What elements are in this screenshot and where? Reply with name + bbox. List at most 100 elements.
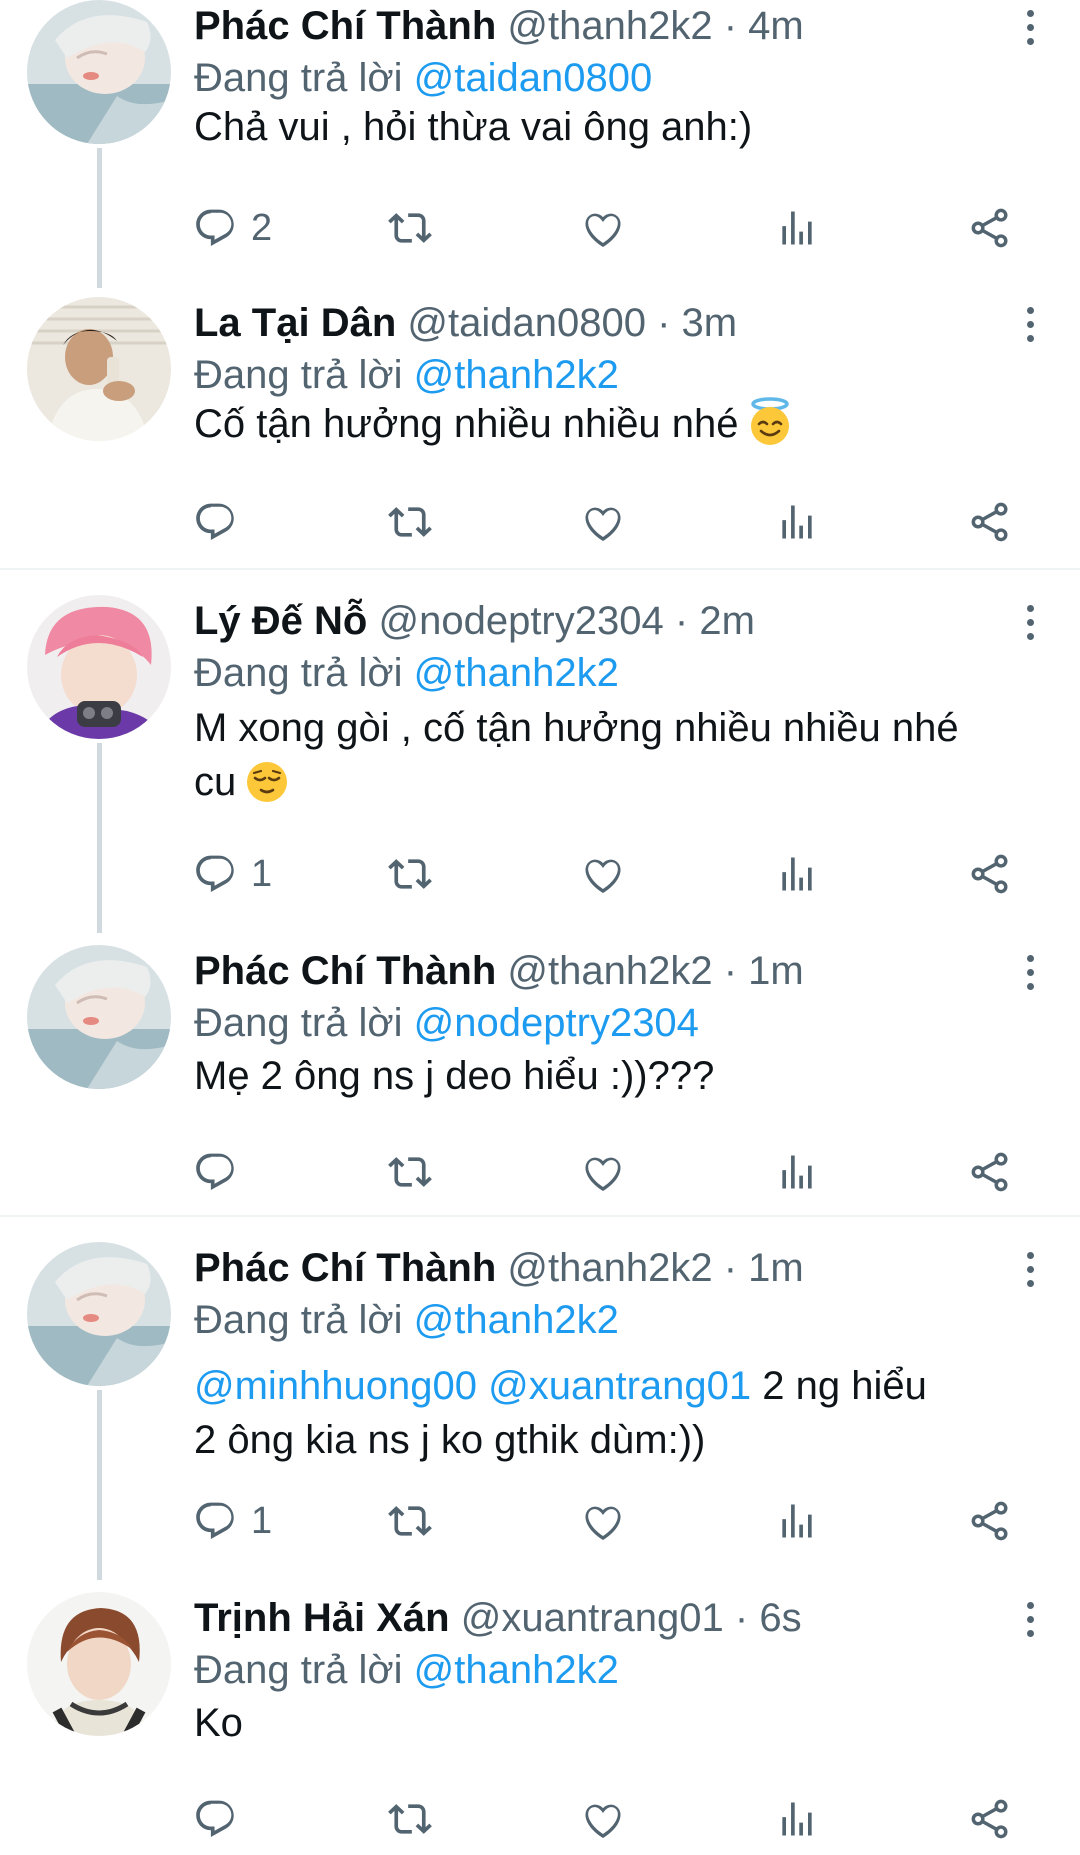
retweet-button[interactable] [388,1144,432,1200]
author-handle[interactable]: @thanh2k2 [507,4,712,48]
retweet-button[interactable] [388,494,432,550]
avatar[interactable] [27,945,171,1089]
more-options-icon[interactable] [1020,303,1040,347]
timestamp[interactable]: 4m [748,4,804,48]
replying-to-mention[interactable]: @thanh2k2 [414,353,619,397]
avatar[interactable] [27,0,171,144]
author-name[interactable]: Phác Chí Thành [194,4,496,48]
reply-count: 1 [251,1499,273,1542]
replying-to-line: Đang trả lời @taidan0800 [194,52,652,104]
retweet-button[interactable] [388,846,432,902]
more-options-icon[interactable] [1020,601,1040,645]
share-icon [968,852,1012,896]
views-button[interactable] [775,846,819,902]
author-handle[interactable]: @xuantrang01 [461,1596,724,1640]
share-button[interactable] [968,1144,1012,1200]
replying-to-mention[interactable]: @taidan0800 [414,56,653,100]
share-button[interactable] [968,1493,1012,1549]
like-button[interactable] [581,1144,625,1200]
replying-to-line: Đang trả lời @thanh2k2 [194,349,619,401]
relieved-face-icon [242,755,292,805]
views-button[interactable] [775,200,819,256]
tweet-text-block: M xong gòi , cố tận hưởng nhiều nhiều nh… [194,701,1054,809]
replying-to-mention[interactable]: @thanh2k2 [414,651,619,695]
bar-chart-icon [775,1499,819,1543]
avatar[interactable] [27,1242,171,1386]
share-button[interactable] [968,494,1012,550]
views-button[interactable] [775,1144,819,1200]
share-button[interactable] [968,1791,1012,1847]
timestamp[interactable]: 1m [748,949,804,993]
timestamp[interactable]: 1m [748,1246,804,1290]
author-handle[interactable]: @taidan0800 [407,301,646,345]
tweet[interactable]: La Tại Dân @taidan0800 · 3m Đang trả lời… [0,297,1080,567]
tweet[interactable]: Lý Đế Nỗ @nodeptry2304 · 2m Đang trả lời… [0,595,1080,933]
tweet[interactable]: Trịnh Hải Xán @xuantrang01 · 6s Đang trả… [0,1592,1080,1855]
retweet-icon [388,206,432,250]
author-handle[interactable]: @thanh2k2 [507,1246,712,1290]
replying-to-mention[interactable]: @thanh2k2 [414,1298,619,1342]
author-name[interactable]: Trịnh Hải Xán [194,1596,450,1640]
avatar[interactable] [27,1592,171,1736]
timestamp[interactable]: 6s [759,1596,801,1640]
more-options-icon[interactable] [1020,6,1040,50]
avatar[interactable] [27,595,171,739]
like-button[interactable] [581,200,625,256]
author-name[interactable]: La Tại Dân [194,301,396,345]
timestamp[interactable]: 2m [699,599,755,643]
like-button[interactable] [581,1493,625,1549]
avatar[interactable] [27,297,171,441]
more-options-icon[interactable] [1020,1248,1040,1292]
tweet-text: Cố tận hưởng nhiều nhiều nhé [194,402,739,446]
like-button[interactable] [581,846,625,902]
tweet-text-line: @minhhuong00 @xuantrang01 2 ng hiểu [194,1359,1054,1413]
retweet-button[interactable] [388,200,432,256]
tweet[interactable]: Phác Chí Thành @thanh2k2 · 1m Đang trả l… [0,1242,1080,1580]
thread-line [97,1390,102,1580]
reply-icon [193,500,237,544]
tweet-text: 2 ng hiểu [762,1364,927,1408]
reply-button[interactable]: 1 [193,846,272,902]
reply-button[interactable] [193,1791,237,1847]
views-button[interactable] [775,1493,819,1549]
views-button[interactable] [775,1791,819,1847]
replying-to-mention[interactable]: @thanh2k2 [414,1648,619,1692]
reply-button[interactable]: 2 [193,200,272,256]
tweet[interactable]: Phác Chí Thành @thanh2k2 · 1m Đang trả l… [0,945,1080,1215]
replying-to-mention[interactable]: @nodeptry2304 [414,1001,699,1045]
retweet-button[interactable] [388,1791,432,1847]
author-handle[interactable]: @nodeptry2304 [378,599,663,643]
retweet-icon [388,1499,432,1543]
like-button[interactable] [581,494,625,550]
heart-icon [581,852,625,896]
reply-button[interactable]: 1 [193,1493,272,1549]
like-button[interactable] [581,1791,625,1847]
reply-button[interactable] [193,1144,237,1200]
mention-link[interactable]: @xuantrang01 [488,1364,751,1408]
reply-icon [193,1150,237,1194]
divider [0,1215,1080,1217]
replying-prefix: Đang trả lời [194,1298,403,1342]
action-bar: 1 [0,846,1080,902]
tweet-header: Phác Chí Thành @thanh2k2 · 1m [194,945,804,997]
author-name[interactable]: Phác Chí Thành [194,949,496,993]
heart-icon [581,206,625,250]
share-icon [968,206,1012,250]
retweet-button[interactable] [388,1493,432,1549]
author-handle[interactable]: @thanh2k2 [507,949,712,993]
more-options-icon[interactable] [1020,951,1040,995]
share-button[interactable] [968,200,1012,256]
mention-link[interactable]: @minhhuong00 [194,1364,477,1408]
tweet[interactable]: Phác Chí Thành @thanh2k2 · 4m Đang trả l… [0,0,1080,288]
author-name[interactable]: Lý Đế Nỗ [194,599,367,643]
bar-chart-icon [775,1797,819,1841]
reply-button[interactable] [193,494,237,550]
share-button[interactable] [968,846,1012,902]
timestamp[interactable]: 3m [682,301,738,345]
views-button[interactable] [775,494,819,550]
separator-dot: · [723,949,738,993]
author-name[interactable]: Phác Chí Thành [194,1246,496,1290]
tweet-text: Mẹ 2 ông ns j deo hiểu :))??? [194,1054,715,1098]
replying-to-line: Đang trả lời @thanh2k2 [194,1644,619,1696]
more-options-icon[interactable] [1020,1598,1040,1642]
